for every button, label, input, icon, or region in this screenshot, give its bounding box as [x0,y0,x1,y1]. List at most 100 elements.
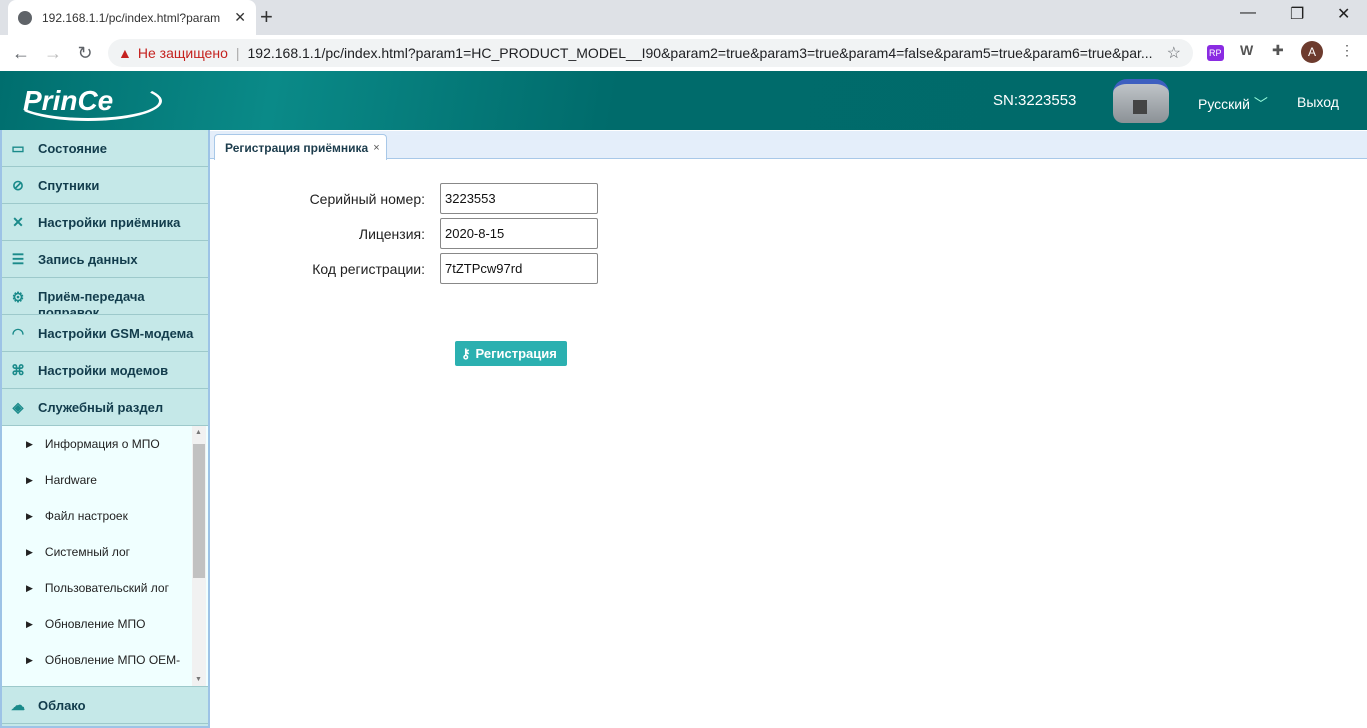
receiver-image [1113,79,1169,123]
registration-code-input[interactable] [440,253,598,284]
rp-extension-icon[interactable]: RP [1207,45,1224,61]
sidebar-item-data-recording[interactable]: ☰ Запись данных [2,241,208,278]
new-tab-button[interactable]: + [260,4,273,30]
submenu-label: Системный лог [44,545,131,559]
sidebar-item-label: Служебный раздел [38,399,164,415]
caret-right-icon: ▶ [26,474,33,485]
browser-tab[interactable]: 192.168.1.1/pc/index.html?param ✕ [8,0,256,35]
profile-avatar[interactable]: A [1301,41,1323,63]
submenu-item-firmware-update[interactable]: ▶ Обновление МПО [2,606,208,642]
language-select[interactable]: Русский ﹀ [1198,94,1268,114]
close-window-button[interactable]: ✕ [1337,4,1350,24]
divider: | [235,45,240,61]
browser-tab-title: 192.168.1.1/pc/index.html?param [42,10,221,25]
sidebar-item-label: Облако [38,697,86,713]
w-extension-icon[interactable]: W [1240,42,1253,58]
register-button[interactable]: ⚷ Регистрация [455,341,567,366]
key-icon: ⚷ [461,345,471,361]
sidebar-item-label: Настройки GSM-модема [38,325,194,341]
license-input[interactable] [440,218,598,249]
prince-logo: PrinCe [14,81,162,121]
service-submenu: ▶ Информация о МПО ▶ Hardware ▶ Файл настро… [2,426,208,686]
sidebar-item-label: Настройки приёмника [38,214,181,230]
restore-button[interactable]: ❐ [1290,4,1304,24]
scrollbar-thumb[interactable] [193,444,205,578]
app-header: PrinCe SN:3223553 Русский ﹀ Выход [0,71,1367,130]
registration-code-label: Код регистрации: [312,260,425,277]
license-row: Лицензия: [300,218,598,249]
caret-right-icon: ▶ [26,546,33,557]
submenu-item-user-log[interactable]: ▶ Пользовательский лог [2,570,208,606]
cloud-icon: ☁ [11,696,25,713]
submenu-item-hardware[interactable]: ▶ Hardware [2,462,208,498]
registration-code-row: Код регистрации: [300,253,598,284]
submenu-item-system-log[interactable]: ▶ Системный лог [2,534,208,570]
sidebar-item-satellites[interactable]: ⊘ Спутники [2,167,208,204]
tab-label: Регистрация приёмника [225,140,369,155]
sidebar-item-label: Настройки модемов [38,362,169,378]
sidebar-item-cloud[interactable]: ☁ Облако [2,686,208,724]
submenu-label: Hardware [44,473,97,487]
sidebar-item-status[interactable]: ▭ Состояние [2,130,208,167]
sidebar-item-label: Спутники [38,177,100,193]
minimize-button[interactable]: — [1240,4,1256,22]
gear-icon: ⚙ [11,289,25,305]
reload-button[interactable]: ↻ [69,43,101,64]
list-icon: ☰ [11,250,25,267]
license-label: Лицензия: [358,225,425,242]
submenu-label: Обновление МПО OEM- [44,653,181,667]
browser-tab-strip: 192.168.1.1/pc/index.html?param ✕ + — ❐ … [0,0,1367,35]
submenu-item-firmware-info[interactable]: ▶ Информация о МПО [2,426,208,462]
serial-number-label: Серийный номер: [309,190,425,207]
serial-number-row: Серийный номер: [300,183,598,214]
satellite-icon: ⊘ [12,176,24,193]
sidebar: ▭ Состояние ⊘ Спутники ✕ Настройки приёмник… [0,130,210,728]
submenu-label: Файл настроек [44,509,128,523]
modules-icon: ⌘ [11,361,25,378]
wifi-icon: ◠ [11,324,25,341]
logout-link[interactable]: Выход [1297,94,1339,110]
submenu-label: Информация о МПО [44,437,160,451]
sidebar-item-receiver-settings[interactable]: ✕ Настройки приёмника [2,204,208,241]
extensions-puzzle-icon[interactable]: ✚ [1272,42,1284,59]
sidebar-item-corrections[interactable]: ⚙ Приём-передача поправок [2,278,208,315]
page-tab-bar: Регистрация приёмника × [210,131,1367,160]
sidebar-item-gsm-modem[interactable]: ◠ Настройки GSM-модема [2,315,208,352]
register-button-label: Регистрация [475,346,557,361]
serial-number-display: SN:3223553 [993,92,1077,109]
sidebar-item-label: Запись данных [38,251,138,267]
url-text: 192.168.1.1/pc/index.html?param1=HC_PROD… [247,45,1153,61]
submenu-scrollbar[interactable]: ▲ ▼ [192,426,206,686]
caret-right-icon: ▶ [26,654,33,665]
submenu-item-oem-update[interactable]: ▶ Обновление МПО OEM- [2,642,208,678]
sidebar-item-label: Приём-передача поправок [38,289,145,315]
security-status[interactable]: Не защищено [138,45,228,61]
close-icon[interactable]: × [373,142,379,154]
monitor-icon: ▭ [11,139,25,156]
address-input[interactable]: ▲ Не защищено | 192.168.1.1/pc/index.htm… [108,39,1193,67]
browser-menu-icon[interactable]: ⋮ [1340,42,1354,59]
bookmark-star-icon[interactable]: ☆ [1167,43,1181,63]
sidebar-item-modems[interactable]: ⌘ Настройки модемов [2,352,208,389]
caret-right-icon: ▶ [26,438,33,449]
forward-button[interactable]: → [37,43,69,64]
tab-receiver-registration[interactable]: Регистрация приёмника × [214,134,387,160]
sidebar-item-label: Состояние [38,140,108,156]
globe-icon [18,10,32,25]
submenu-label: Пользовательский лог [44,581,169,595]
language-label: Русский [1198,96,1250,112]
layers-icon: ◈ [12,398,24,415]
chevron-down-icon: ﹀ [1253,96,1268,112]
scroll-down-icon[interactable]: ▼ [195,676,202,683]
warning-icon: ▲ [118,45,132,61]
address-bar-row: ← → ↻ ▲ Не защищено | 192.168.1.1/pc/ind… [0,35,1367,71]
close-tab-icon[interactable]: ✕ [234,9,246,26]
sidebar-item-service[interactable]: ◈ Служебный раздел [2,389,208,426]
submenu-item-config-file[interactable]: ▶ Файл настроек [2,498,208,534]
scroll-up-icon[interactable]: ▲ [195,429,202,436]
back-button[interactable]: ← [5,43,37,64]
caret-right-icon: ▶ [26,510,33,521]
tools-icon: ✕ [12,213,24,230]
serial-number-input[interactable] [440,183,598,214]
caret-right-icon: ▶ [26,582,33,593]
